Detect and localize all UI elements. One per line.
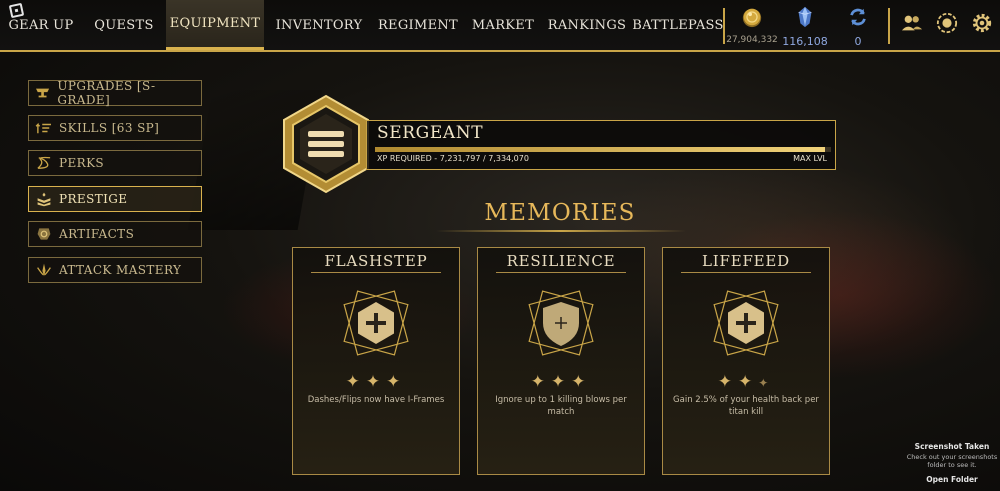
nav-inventory[interactable]: INVENTORY bbox=[264, 0, 374, 50]
top-bar: GEAR UP QUESTS EQUIPMENT INVENTORY REGIM… bbox=[0, 0, 1000, 52]
sidebar-item-prestige[interactable]: PRESTIGE bbox=[28, 186, 202, 212]
main-nav: GEAR UP QUESTS EQUIPMENT INVENTORY REGIM… bbox=[0, 0, 726, 50]
toast-message: Check out your screenshots folder to see… bbox=[906, 453, 998, 469]
token-amount: 0 bbox=[854, 35, 862, 48]
currency-token: 0 bbox=[828, 4, 888, 48]
memories-title: MEMORIES bbox=[484, 200, 636, 226]
settings-gear-icon[interactable] bbox=[970, 12, 994, 36]
crystal-amount: 116,108 bbox=[782, 35, 828, 48]
sidebar-item-perks[interactable]: PERKS bbox=[28, 150, 202, 176]
memory-stars: ✦✦✦ bbox=[345, 372, 407, 392]
memory-card-lifefeed[interactable]: LIFEFEED ✦✦✦ Gain 2.5% of your health ba… bbox=[662, 247, 830, 475]
friends-icon[interactable] bbox=[900, 12, 924, 36]
sidebar-item-label: UPGRADES [S- GRADE] bbox=[57, 79, 156, 107]
sidebar-item-attack-mastery[interactable]: ATTACK MASTERY bbox=[28, 257, 202, 283]
xp-progress-fill bbox=[375, 147, 825, 152]
sidebar-item-label: PERKS bbox=[59, 156, 105, 170]
anvil-icon bbox=[33, 83, 53, 103]
sidebar-item-label: ATTACK MASTERY bbox=[59, 263, 182, 277]
sidebar-item-upgrades[interactable]: UPGRADES [S- GRADE] bbox=[28, 79, 202, 107]
sidebar-item-label: PRESTIGE bbox=[59, 192, 128, 206]
card-description: Ignore up to 1 killing blows per match bbox=[495, 395, 627, 417]
rank-name: SERGEANT bbox=[377, 123, 484, 143]
card-title: LIFEFEED bbox=[702, 252, 790, 270]
nav-gear-up[interactable]: GEAR UP bbox=[0, 0, 82, 50]
toast-title: Screenshot Taken bbox=[914, 442, 990, 451]
dna-icon bbox=[33, 153, 55, 173]
nav-regiment[interactable]: REGIMENT bbox=[374, 0, 462, 50]
memory-card-flashstep[interactable]: FLASHSTEP ✦✦✦ Dashes/Flips now have I-Fr… bbox=[292, 247, 460, 475]
sidebar-item-skills[interactable]: SKILLS [63 SP] bbox=[28, 115, 202, 141]
mastery-icon bbox=[33, 260, 55, 280]
rank-emblem-icon bbox=[283, 94, 369, 194]
card-description: Dashes/Flips now have I-Frames bbox=[307, 395, 445, 405]
hexagon-plus-icon bbox=[713, 290, 779, 356]
sidebar-item-label: SKILLS [63 SP] bbox=[59, 121, 160, 135]
memory-stars: ✦✦✦ bbox=[530, 372, 592, 392]
xp-progress-bar bbox=[375, 147, 831, 152]
memory-card-resilience[interactable]: RESILIENCE ✦✦✦ Ignore up to 1 killing bl… bbox=[477, 247, 645, 475]
sidebar-item-label: ARTIFACTS bbox=[59, 227, 135, 241]
nav-rankings[interactable]: RANKINGS bbox=[544, 0, 630, 50]
card-description: Gain 2.5% of your health back per titan … bbox=[673, 395, 819, 417]
memories-divider bbox=[436, 230, 686, 232]
shield-plus-icon bbox=[528, 290, 594, 356]
badge-icon[interactable] bbox=[935, 12, 959, 36]
refresh-token-icon bbox=[850, 8, 866, 26]
artifact-icon bbox=[33, 224, 55, 244]
nav-equipment[interactable]: EQUIPMENT bbox=[166, 0, 264, 50]
skills-icon bbox=[33, 118, 55, 138]
card-title: FLASHSTEP bbox=[324, 252, 428, 270]
hexagon-plus-icon bbox=[343, 290, 409, 356]
nav-battlepass[interactable]: BATTLEPASS bbox=[630, 0, 726, 50]
card-title: RESILIENCE bbox=[506, 252, 616, 270]
gold-amount: 27,904,332 bbox=[726, 35, 778, 45]
open-folder-button[interactable]: Open Folder bbox=[904, 475, 1000, 484]
xp-required-label: XP REQUIRED - 7,231,797 / 7,334,070 bbox=[377, 154, 529, 163]
blue-crystal-icon bbox=[798, 6, 812, 28]
currency-crystal: 116,108 bbox=[775, 4, 835, 48]
screenshot-toast: Screenshot Taken Check out your screensh… bbox=[904, 442, 1000, 488]
rank-panel: SERGEANT XP REQUIRED - 7,231,797 / 7,334… bbox=[366, 120, 836, 170]
chevron-rank-icon bbox=[33, 189, 55, 209]
currency-gold: 27,904,332 bbox=[722, 4, 782, 48]
memory-stars: ✦✦✦ bbox=[717, 372, 775, 392]
nav-market[interactable]: MARKET bbox=[462, 0, 544, 50]
max-level-label: MAX LVL bbox=[793, 154, 827, 163]
sidebar-item-artifacts[interactable]: ARTIFACTS bbox=[28, 221, 202, 247]
nav-quests[interactable]: QUESTS bbox=[82, 0, 166, 50]
gold-coin-icon bbox=[742, 8, 762, 28]
